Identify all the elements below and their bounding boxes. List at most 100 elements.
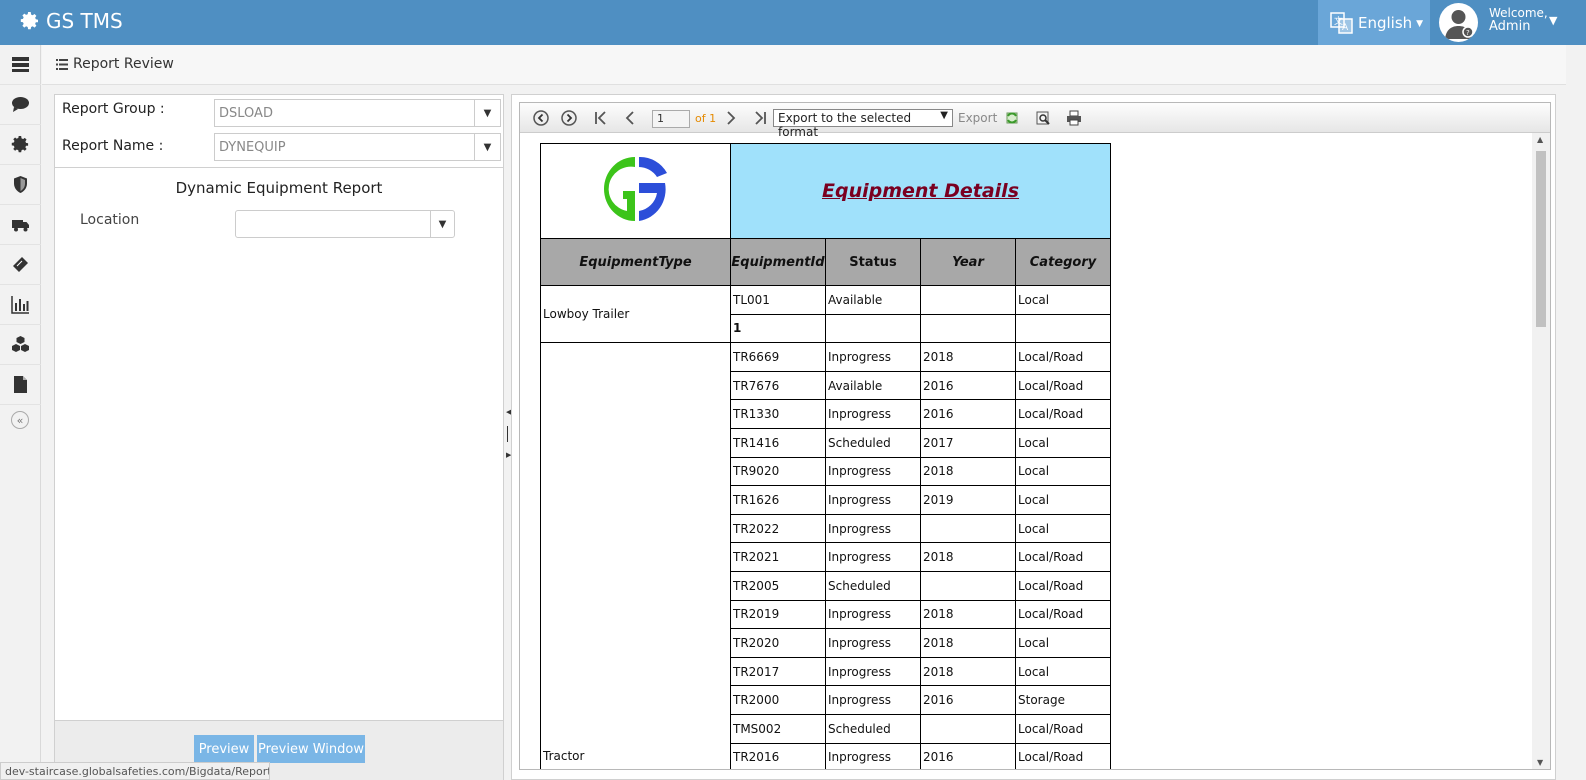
sidebar-item-documents[interactable] (0, 365, 41, 405)
chevron-left-icon (625, 111, 634, 125)
top-bar: GS TMS 文A English ▼ ? Welcome, Admin ▼ (0, 0, 1586, 45)
brand[interactable]: GS TMS (20, 9, 123, 33)
page-number-input[interactable]: 1 (652, 110, 690, 128)
chevron-down-icon[interactable]: ▼ (430, 211, 454, 237)
export-format-select[interactable]: Export to the selected format ▼ (773, 109, 953, 139)
cell-id: TR2020 (730, 628, 826, 658)
cell-status: Inprogress (825, 599, 921, 630)
list-icon (56, 58, 68, 70)
report-table: Equipment Details EquipmentType Equipmen… (540, 143, 1111, 769)
sidebar-item-settings[interactable] (0, 125, 41, 165)
first-page-button[interactable] (592, 109, 610, 127)
refresh-button[interactable] (1003, 109, 1021, 127)
equipment-type-cell: Lowboy Trailer (540, 284, 731, 344)
page-header: Report Review (42, 45, 1566, 85)
cell-year: 2017 (920, 427, 1016, 458)
cell-id: TR2022 (730, 513, 826, 544)
scroll-down-icon[interactable]: ▼ (1537, 758, 1543, 767)
vertical-scrollbar[interactable]: ▲ ▼ (1532, 133, 1550, 769)
preview-window-button[interactable]: Preview Window (257, 735, 365, 763)
cell-year (920, 570, 1016, 601)
table-row: Lowboy Trailer TL001 Available Local (540, 284, 1111, 344)
find-button[interactable] (1034, 109, 1052, 127)
back-circle-icon (533, 110, 549, 126)
ticket-icon (13, 257, 28, 272)
sidebar-item-reports[interactable] (0, 285, 41, 325)
chevron-down-icon[interactable]: ▼ (474, 100, 500, 126)
splitter-handle[interactable] (507, 426, 508, 442)
preview-button[interactable]: Preview (194, 735, 254, 763)
chevron-down-icon[interactable]: ▼ (474, 134, 500, 160)
forward-button[interactable] (560, 109, 578, 127)
cell-status: Inprogress (825, 656, 921, 687)
chevron-down-icon: ▼ (940, 110, 948, 121)
last-page-button[interactable] (751, 109, 769, 127)
back-button[interactable] (532, 109, 550, 127)
cell-year: 2018 (920, 342, 1016, 372)
scroll-up-icon[interactable]: ▲ (1537, 135, 1543, 144)
sidebar-item-fleet[interactable] (0, 205, 41, 245)
report-name-select[interactable]: DYNEQUIP ▼ (214, 133, 501, 161)
caret-down-icon: ▼ (1549, 14, 1558, 27)
report-params-panel: Report Group : DSLOAD ▼ Report Name : DY… (54, 94, 504, 780)
cell-status (825, 313, 921, 344)
cell-id: TR2005 (730, 570, 826, 601)
cell-id: TR2000 (730, 685, 826, 715)
cell-category: Local (1015, 285, 1111, 315)
cell-category: Local/Road (1015, 342, 1111, 372)
sidebar-item-dashboard[interactable] (0, 45, 41, 85)
chat-icon (12, 97, 29, 112)
column-header: Status (825, 238, 921, 286)
report-group-select[interactable]: DSLOAD ▼ (214, 99, 501, 127)
cell-status: Inprogress (825, 485, 921, 515)
user-menu[interactable]: ? Welcome, Admin ▼ (1431, 0, 1576, 45)
user-name: Admin (1489, 19, 1531, 34)
cell-id: TR2016 (730, 742, 826, 769)
svg-text:A: A (1342, 23, 1349, 33)
forward-circle-icon (561, 110, 577, 126)
sidebar-item-messages[interactable] (0, 85, 41, 125)
cell-id: TR6669 (730, 342, 826, 372)
report-viewer: 1 of 1 Export to the selected format ▼ E… (519, 102, 1551, 770)
cell-category: Local/Road (1015, 399, 1111, 429)
cell-status: Inprogress (825, 456, 921, 487)
previous-page-button[interactable] (621, 109, 639, 127)
sidebar-item-tickets[interactable] (0, 245, 41, 285)
cell-year: 2018 (920, 599, 1016, 630)
report-heading: Equipment Details (730, 143, 1111, 239)
cell-year: 2018 (920, 628, 1016, 658)
boxes-icon (12, 336, 29, 352)
next-page-button[interactable] (722, 109, 740, 127)
print-button[interactable] (1065, 109, 1083, 127)
location-label: Location (80, 212, 140, 228)
cell-category: Local/Road (1015, 599, 1111, 630)
sidebar-item-security[interactable] (0, 165, 41, 205)
report-group-value: DSLOAD (219, 106, 273, 121)
report-name-label: Report Name : (62, 138, 164, 154)
app-title: GS TMS (46, 9, 123, 33)
page-count: of 1 (695, 112, 717, 125)
column-header-row: EquipmentType EquipmentId Status Year Ca… (540, 238, 1111, 286)
cell-category: Local (1015, 456, 1111, 487)
divider (55, 167, 503, 168)
cell-year: 2016 (920, 685, 1016, 715)
svg-text:?: ? (1466, 29, 1470, 37)
column-header: EquipmentType (540, 238, 731, 286)
cell-status: Inprogress (825, 342, 921, 372)
export-button[interactable]: Export (958, 111, 997, 125)
language-label: English (1358, 13, 1413, 32)
cell-status: Scheduled (825, 570, 921, 601)
bar-chart-icon (11, 296, 29, 314)
language-selector[interactable]: 文A English ▼ (1318, 0, 1430, 45)
collapse-sidebar-button[interactable]: « (11, 411, 29, 429)
cell-category: Local/Road (1015, 542, 1111, 572)
scrollbar-thumb[interactable] (1536, 151, 1546, 327)
cell-category: Local/Road (1015, 742, 1111, 769)
dashboard-icon (12, 57, 29, 72)
top-bar-edge (1576, 0, 1586, 45)
sidebar-item-inventory[interactable] (0, 325, 41, 365)
location-select[interactable]: ▼ (235, 210, 455, 238)
page-title-label: Report Review (73, 56, 174, 72)
cell-status: Inprogress (825, 685, 921, 715)
report-title: Dynamic Equipment Report (175, 179, 383, 197)
